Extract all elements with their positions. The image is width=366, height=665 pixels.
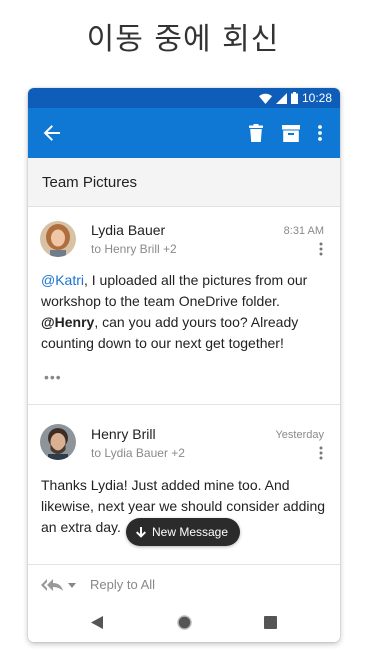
delete-icon[interactable] <box>244 121 268 145</box>
chevron-down-icon[interactable] <box>68 583 76 588</box>
sender-name: Lydia Bauer <box>91 222 166 238</box>
nav-recents-icon[interactable] <box>264 616 277 629</box>
conversation-subject: Team Pictures <box>42 174 138 191</box>
message-item[interactable]: Lydia Bauer to Henry Brill +2 8:31 AM @K… <box>28 207 340 403</box>
battery-icon <box>290 92 298 104</box>
status-bar: 10:28 <box>28 88 340 108</box>
mention[interactable]: @Henry <box>41 314 94 330</box>
message-time: Yesterday <box>275 429 324 441</box>
expand-quoted-button[interactable]: ••• <box>44 369 62 385</box>
avatar <box>40 221 76 257</box>
more-vertical-icon[interactable] <box>316 446 326 460</box>
toast-label: New Message <box>152 525 229 539</box>
signal-icon <box>275 92 287 104</box>
more-vertical-icon[interactable] <box>308 121 332 145</box>
archive-icon[interactable] <box>279 121 303 145</box>
android-nav-bar <box>28 604 340 642</box>
sender-name: Henry Brill <box>91 426 156 442</box>
subject-bar: Team Pictures <box>28 158 340 207</box>
app-bar <box>28 108 340 158</box>
nav-home-icon[interactable] <box>177 615 192 630</box>
nav-back-icon[interactable] <box>91 616 103 629</box>
recipients[interactable]: to Henry Brill +2 <box>91 242 177 256</box>
more-vertical-icon[interactable] <box>316 242 326 256</box>
arrow-down-icon <box>136 526 146 538</box>
new-message-toast[interactable]: New Message <box>126 518 241 546</box>
back-arrow-icon[interactable] <box>40 121 64 145</box>
reply-bar[interactable]: Reply to All <box>28 564 340 605</box>
reply-all-label[interactable]: Reply to All <box>90 577 155 592</box>
wifi-icon <box>258 93 272 104</box>
mention[interactable]: @Katri <box>41 272 84 288</box>
reply-all-icon[interactable] <box>41 579 63 591</box>
phone-frame: 10:28 Team Pictures Lydia Bauer to Henry… <box>28 88 340 642</box>
message-body: @Katri, I uploaded all the pictures from… <box>41 270 326 354</box>
avatar <box>40 424 76 460</box>
headline: 이동 중에 회신 <box>86 22 280 57</box>
recipients[interactable]: to Lydia Bauer +2 <box>91 446 185 460</box>
status-time: 10:28 <box>301 91 332 105</box>
message-time: 8:31 AM <box>283 225 324 237</box>
